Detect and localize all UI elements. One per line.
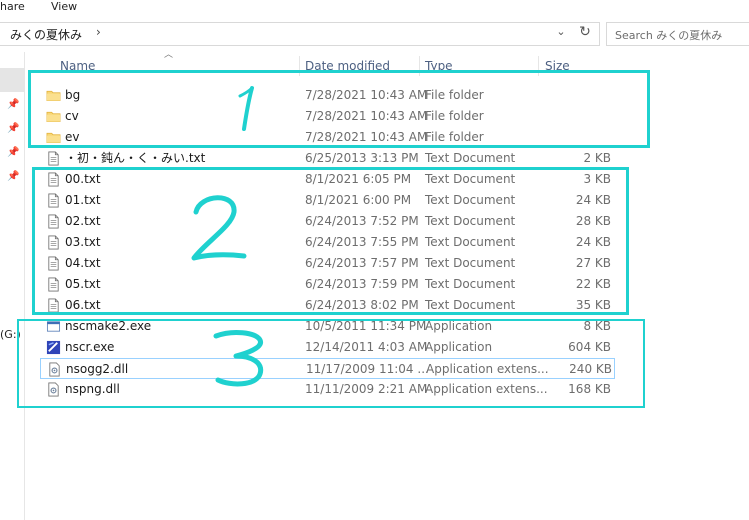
address-bar[interactable]: みくの夏休み › ⌄ ↻ [0,22,600,46]
annotation-number-2: 2 [186,190,247,261]
sort-ascending-icon: ︿ [164,50,174,60]
pin-icon: 📌 [7,171,20,182]
search-placeholder: Search みくの夏休み [615,29,723,42]
annotation-number-3-text: 3 [210,328,211,329]
navigation-pane[interactable]: 📌 📌 📌 📌 [0,52,25,520]
text-file-icon [46,151,61,166]
pin-icon: 📌 [7,147,20,158]
annotation-box-3 [17,319,645,408]
ribbon-tabs: hare View [0,0,749,16]
tab-view[interactable]: View [51,0,77,14]
annotation-number-1-text: 1 [230,82,231,83]
annotation-box-1 [28,70,650,148]
file-date-modified: 6/25/2013 3:13 PM [305,151,419,165]
annotation-number-3: 3 [210,328,264,387]
pin-icon: 📌 [7,99,20,110]
annotation-box-2 [32,167,629,315]
address-path[interactable]: みくの夏休み [10,26,82,43]
file-name: ・初・鈍ん・く・みい.txt [65,151,206,165]
breadcrumb-chevron-icon[interactable]: › [96,25,101,39]
annotation-number-2-text: 2 [186,190,187,191]
tab-share[interactable]: hare [0,0,25,14]
refresh-icon[interactable]: ↻ [575,24,595,40]
pin-icon: 📌 [7,123,20,134]
file-size: 2 KB [583,151,611,165]
annotation-number-1: 1 [230,82,254,131]
search-input[interactable]: Search みくの夏休み [606,22,749,46]
file-type: Text Document [425,151,516,165]
address-dropdown-icon[interactable]: ⌄ [552,25,570,38]
file-row[interactable]: ・初・鈍ん・く・みい.txt 6/25/2013 3:13 PM Text Docu… [40,148,615,169]
nav-selected-item[interactable] [0,68,25,92]
